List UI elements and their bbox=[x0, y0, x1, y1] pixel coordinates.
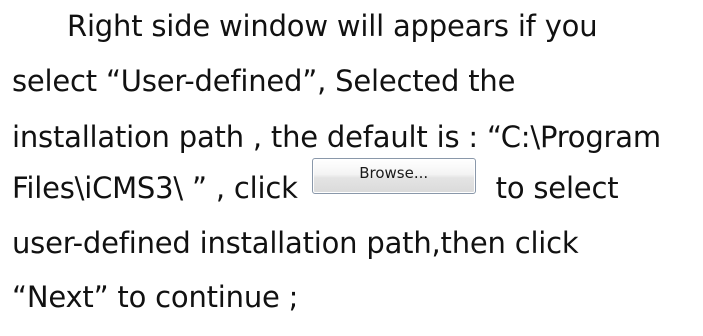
instruction-line-5: user-defined installation path,then clic… bbox=[12, 226, 579, 260]
instruction-line-3: installation path , the default is : “C:… bbox=[12, 120, 661, 154]
instruction-line-6: “Next” to continue ; bbox=[12, 280, 299, 314]
instruction-line-4: Files\iCMS3\ ” , click Browse... to select bbox=[12, 158, 619, 208]
instruction-line-2: select “User-defined”, Selected the bbox=[12, 64, 516, 98]
browse-button[interactable]: Browse... bbox=[311, 158, 476, 194]
instruction-line-4-end: to select bbox=[495, 171, 619, 205]
instruction-line-1: Right side window will appears if you bbox=[67, 9, 598, 43]
instruction-line-4-start: Files\iCMS3\ ” , click bbox=[12, 171, 298, 205]
instruction-document: Right side window will appears if you se… bbox=[0, 0, 703, 336]
